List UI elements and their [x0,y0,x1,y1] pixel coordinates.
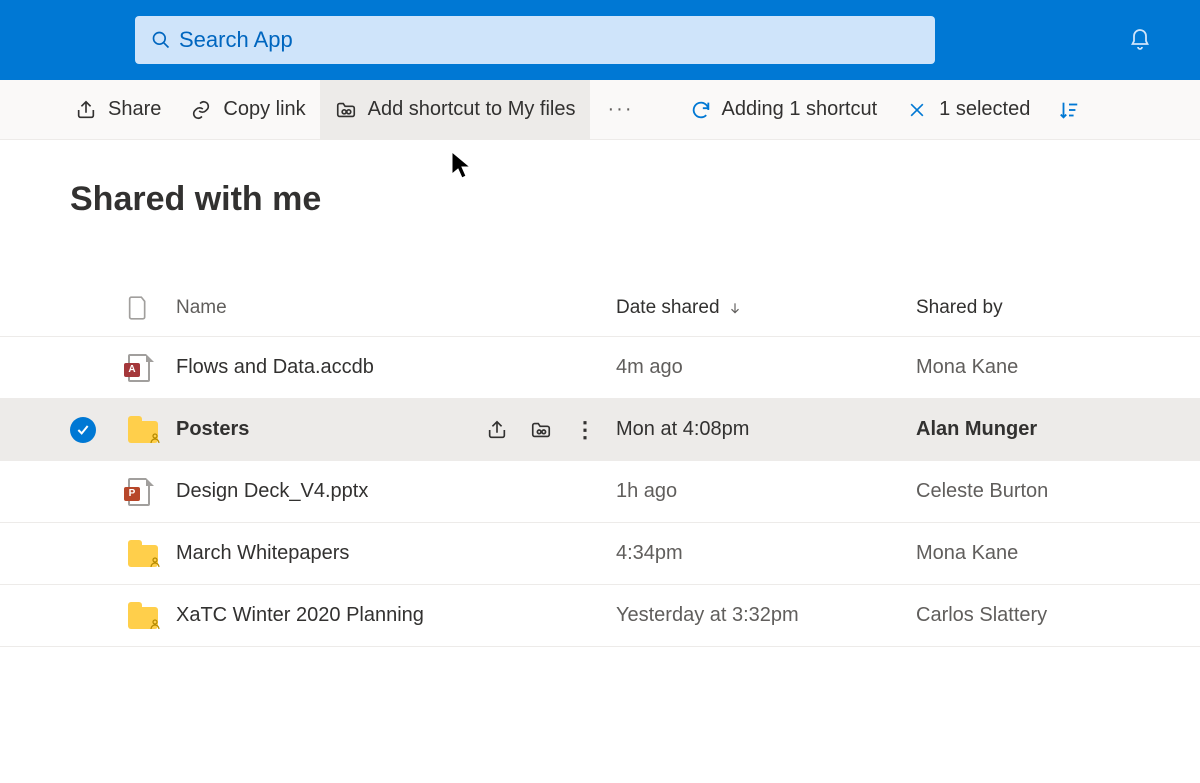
selected-check-icon[interactable] [70,417,96,443]
col-name-header[interactable]: Name [176,297,616,319]
add-shortcut-button[interactable]: Add shortcut to My files [320,80,590,140]
file-icon: P [128,478,176,506]
command-bar: Share Copy link Add shortcut to My files… [0,80,1200,140]
file-name[interactable]: Design Deck_V4.pptx [176,480,368,503]
sync-icon [690,99,712,121]
row-folder-shortcut-icon[interactable] [530,419,552,441]
folder-icon [128,603,176,629]
file-name[interactable]: Flows and Data.accdb [176,356,374,379]
date-shared: Yesterday at 3:32pm [616,604,916,627]
file-type-icon-header [128,295,176,321]
table-row[interactable]: XaTC Winter 2020 Planning Yesterday at 3… [0,585,1200,647]
file-table: Name Date shared Shared by A Flows and D… [0,279,1200,647]
page-title: Shared with me [0,140,1200,219]
table-row[interactable]: March Whitepapers 4:34pm Mona Kane [0,523,1200,585]
search-icon [151,30,179,50]
date-shared: 4:34pm [616,542,916,565]
search-box[interactable] [135,16,935,64]
table-row[interactable]: Posters ⋮ Mon at 4:08pm Alan Mung [0,399,1200,461]
shared-by: Celeste Burton [916,480,1180,503]
share-icon [74,98,98,122]
more-actions-button[interactable]: ··· [590,98,652,121]
status-adding-shortcut: Adding 1 shortcut [676,98,892,121]
shared-by: Mona Kane [916,542,1180,565]
col-sharedby-header[interactable]: Shared by [916,297,1180,319]
status-text: Adding 1 shortcut [722,98,878,121]
copy-link-label: Copy link [223,98,305,121]
folder-shortcut-icon [334,98,358,122]
folder-icon [128,541,176,567]
date-shared: 1h ago [616,480,916,503]
shared-by: Alan Munger [916,418,1180,441]
folder-icon [128,417,176,443]
copy-link-button[interactable]: Copy link [175,80,319,140]
share-label: Share [108,98,161,121]
file-name[interactable]: XaTC Winter 2020 Planning [176,604,424,627]
table-row[interactable]: A Flows and Data.accdb 4m ago Mona Kane [0,337,1200,399]
table-header: Name Date shared Shared by [0,279,1200,337]
date-shared: Mon at 4:08pm [616,418,916,441]
close-icon [905,98,929,122]
file-name[interactable]: March Whitepapers [176,542,349,565]
sort-button[interactable] [1044,99,1080,121]
file-name[interactable]: Posters [176,418,249,441]
link-icon [189,98,213,122]
col-date-header[interactable]: Date shared [616,297,916,319]
clear-selection-button[interactable]: 1 selected [891,80,1044,140]
row-share-icon[interactable] [486,419,508,441]
nav-bar [0,0,1200,80]
selected-count-label: 1 selected [939,98,1030,121]
shared-by: Carlos Slattery [916,604,1180,627]
table-row[interactable]: P Design Deck_V4.pptx 1h ago Celeste Bur… [0,461,1200,523]
sort-arrow-down-icon [728,300,742,316]
share-button[interactable]: Share [60,80,175,140]
notifications-icon[interactable] [1120,20,1160,60]
shared-by: Mona Kane [916,356,1180,379]
row-more-icon[interactable]: ⋮ [574,417,596,443]
date-shared: 4m ago [616,356,916,379]
file-icon: A [128,354,176,382]
search-input[interactable] [179,27,919,53]
add-shortcut-label: Add shortcut to My files [368,98,576,121]
